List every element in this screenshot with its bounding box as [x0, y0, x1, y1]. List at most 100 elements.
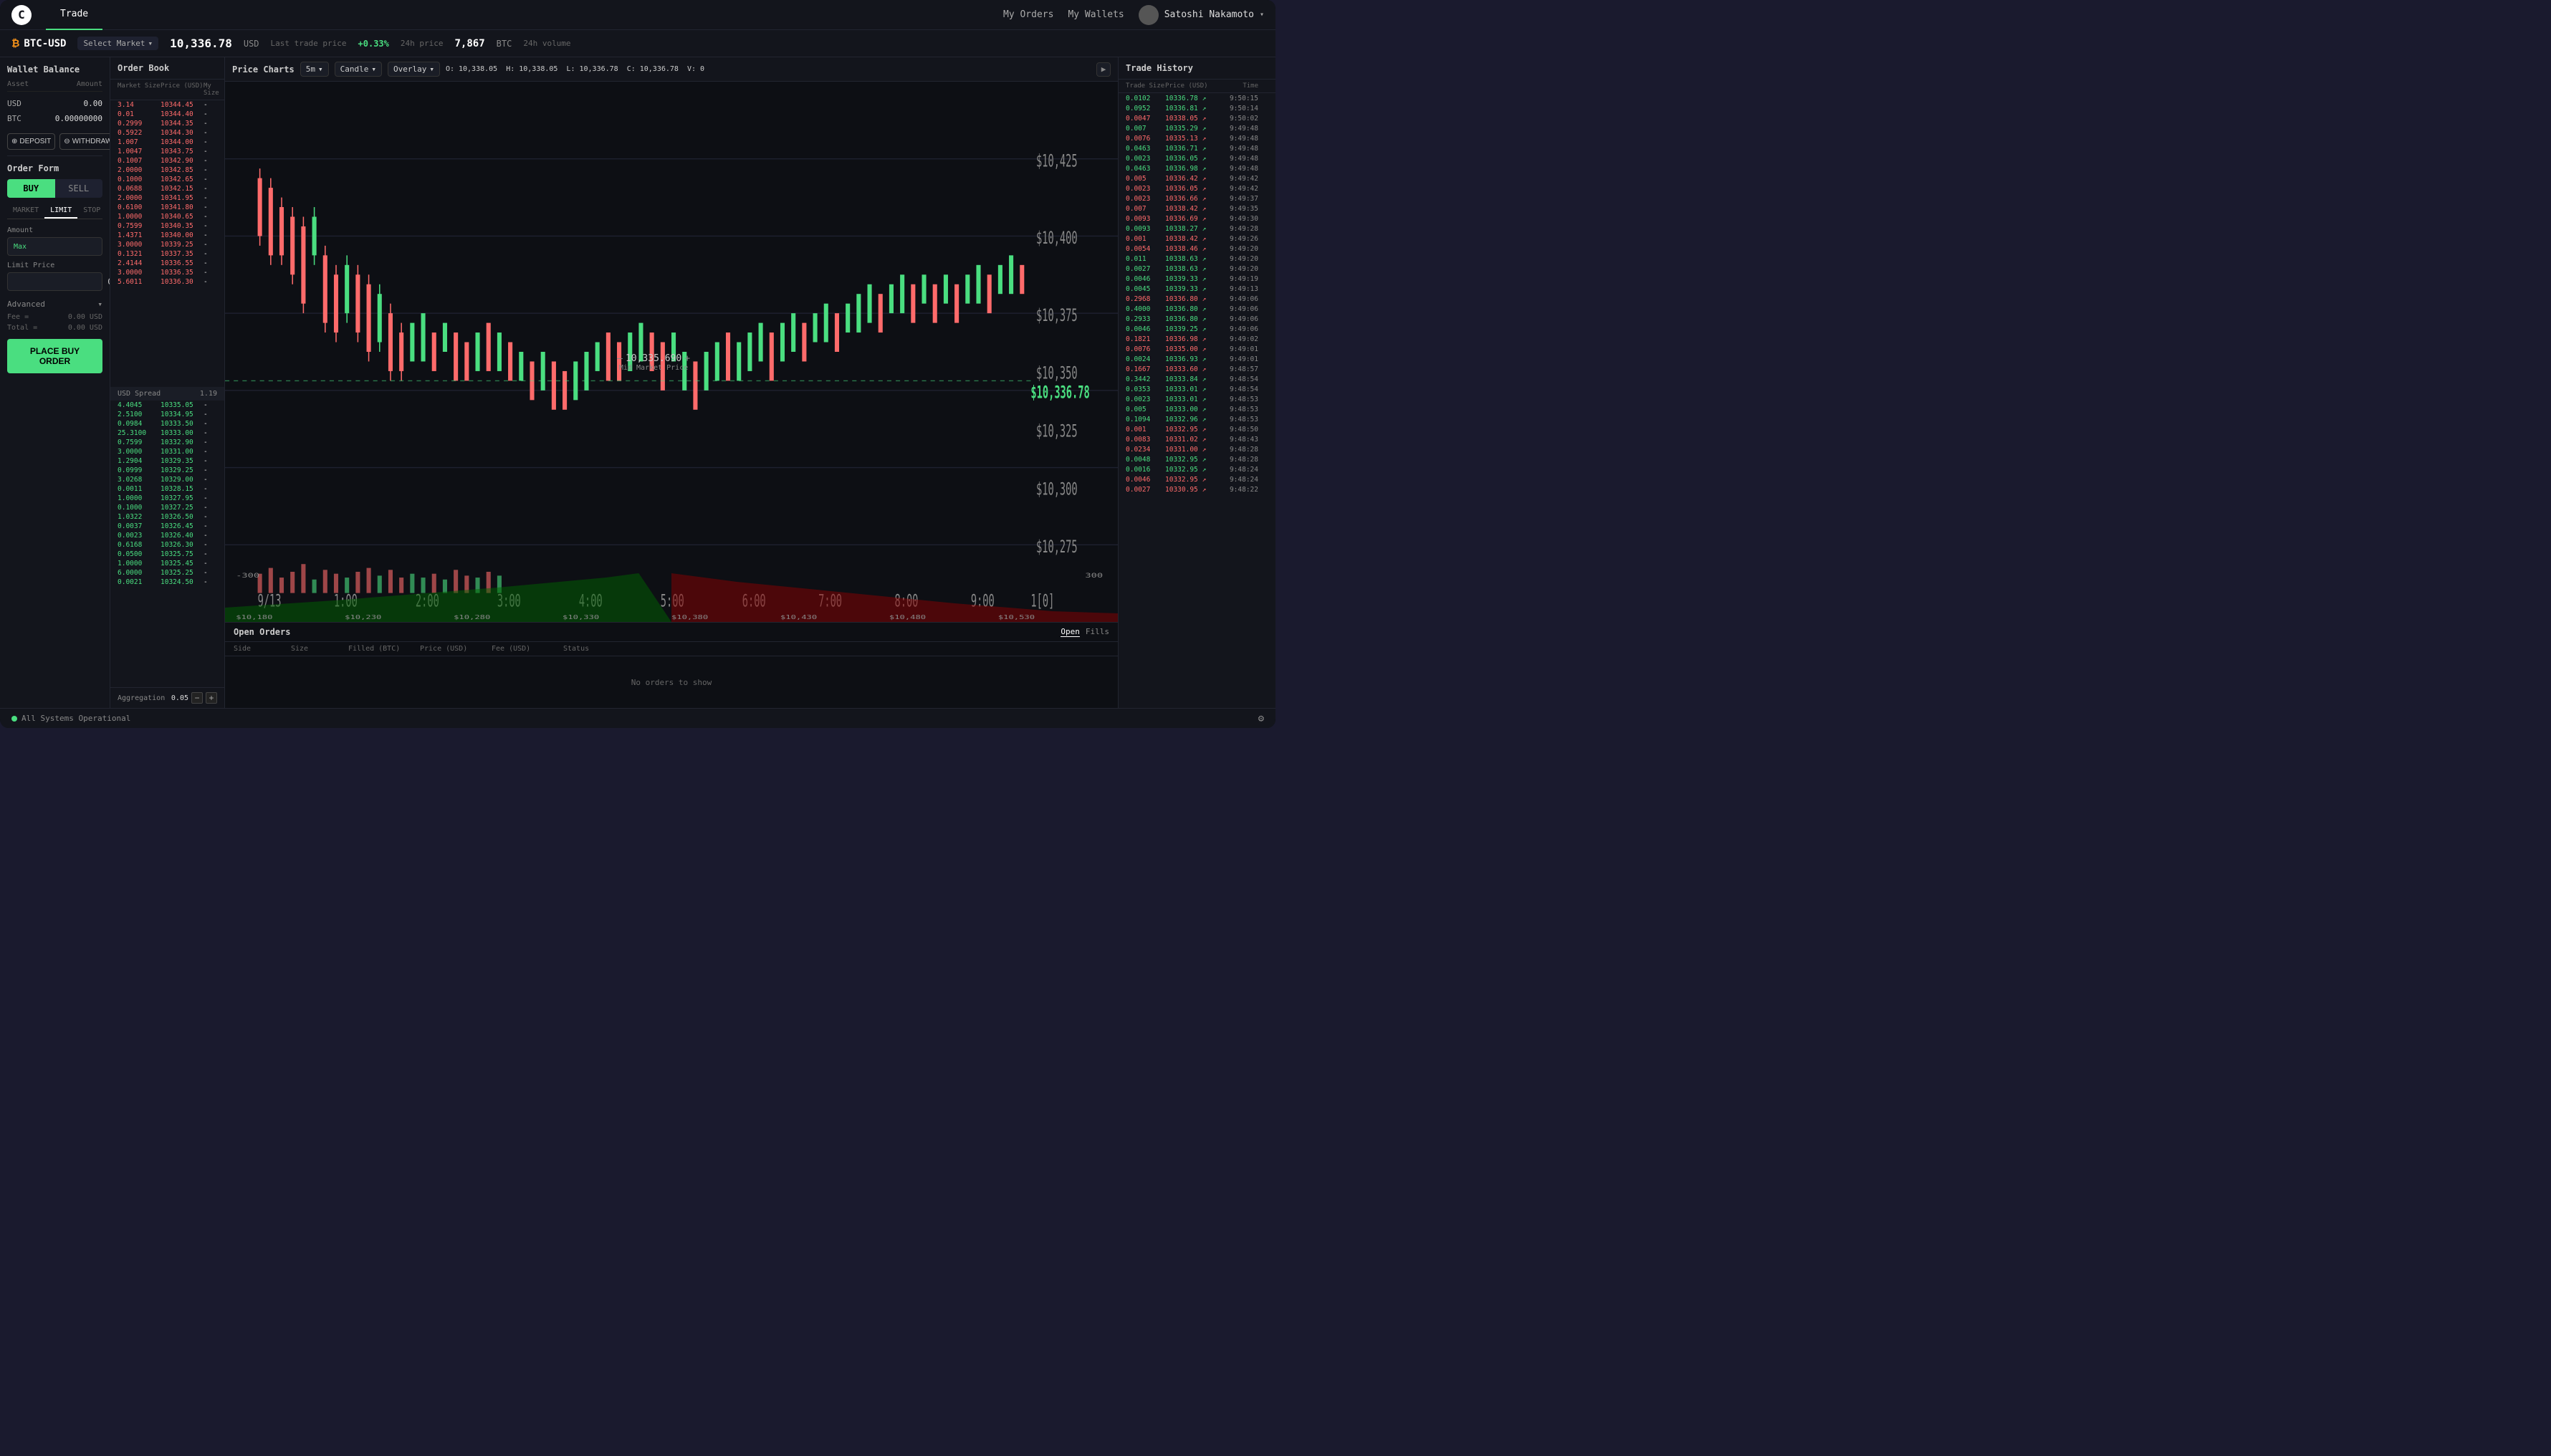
agg-decrease-button[interactable]: − [191, 692, 203, 704]
ob-buy-row[interactable]: 1.000010325.45- [110, 559, 224, 568]
chevron-down-ct-icon: ▾ [371, 64, 376, 74]
withdraw-button[interactable]: ⊖ WITHDRAW [59, 133, 110, 150]
ohlcv-l: L: 10,336.78 [566, 65, 618, 73]
change-label: 24h price [401, 39, 444, 48]
ob-buy-row[interactable]: 0.003710326.45- [110, 522, 224, 531]
ob-sell-row[interactable]: 1.000010340.65- [110, 212, 224, 221]
max-link[interactable]: Max [14, 243, 27, 251]
select-market-button[interactable]: Select Market ▾ [77, 37, 158, 50]
th-size-header: Trade Size [1126, 82, 1165, 90]
ob-sell-row[interactable]: 3.1410344.45- [110, 100, 224, 110]
ob-sell-row[interactable]: 1.437110340.00- [110, 231, 224, 240]
nav-link-orders[interactable]: My Orders [1003, 9, 1053, 20]
ob-sell-row[interactable]: 0.299910344.35- [110, 119, 224, 128]
btc-icon: ₿ [11, 37, 19, 49]
trade-history-row: 0.002310336.66 ↗9:49:37 [1119, 193, 1276, 203]
ob-buy-row[interactable]: 0.100010327.25- [110, 503, 224, 512]
place-order-button[interactable]: PLACE BUY ORDER [7, 339, 102, 373]
nav-link-wallets[interactable]: My Wallets [1068, 9, 1124, 20]
ob-sell-row[interactable]: 0.100010342.65- [110, 175, 224, 184]
asset-col-header: Asset [7, 80, 29, 88]
limit-tab[interactable]: LIMIT [44, 203, 77, 219]
ob-buy-row[interactable]: 0.616810326.30- [110, 540, 224, 550]
oo-tabs: Open Fills [1061, 627, 1109, 637]
ob-buy-row[interactable]: 0.002110324.50- [110, 578, 224, 587]
stop-tab[interactable]: STOP [77, 203, 106, 219]
ob-buy-row[interactable]: 1.000010327.95- [110, 494, 224, 503]
nav-tab-trade[interactable]: Trade [46, 0, 102, 30]
ob-buy-row[interactable]: 0.098410333.50- [110, 419, 224, 428]
advanced-row[interactable]: Advanced ▾ [7, 297, 102, 312]
limit-price-input[interactable] [14, 277, 110, 287]
ob-buy-row[interactable]: 0.050010325.75- [110, 550, 224, 559]
trade-history-row: 0.002310333.01 ↗9:48:53 [1119, 394, 1276, 404]
ob-buy-row[interactable]: 6.000010325.25- [110, 568, 224, 578]
svg-text:$10,180: $10,180 [236, 614, 272, 621]
ob-sell-row[interactable]: 0.100710342.90- [110, 156, 224, 166]
market-tab[interactable]: MARKET [7, 203, 44, 219]
svg-text:$10,330: $10,330 [563, 614, 599, 621]
ob-sell-row[interactable]: 3.000010339.25- [110, 240, 224, 249]
sell-tab[interactable]: SELL [55, 179, 103, 198]
ob-sell-row[interactable]: 1.004710343.75- [110, 147, 224, 156]
ob-sell-row[interactable]: 0.068810342.15- [110, 184, 224, 193]
ob-buy-row[interactable]: 0.759910332.90- [110, 438, 224, 447]
trade-history-row: 0.109410332.96 ↗9:48:53 [1119, 414, 1276, 424]
trade-history-row: 0.095210336.81 ↗9:50:14 [1119, 103, 1276, 113]
ob-buy-row[interactable]: 1.290410329.35- [110, 456, 224, 466]
chart-type-selector[interactable]: Candle ▾ [335, 62, 382, 77]
ob-sell-row[interactable]: 1.00710344.00- [110, 138, 224, 147]
settings-icon[interactable]: ⚙ [1258, 713, 1264, 724]
ob-buy-row[interactable]: 0.099910329.25- [110, 466, 224, 475]
ob-sell-row[interactable]: 5.601110336.30- [110, 277, 224, 287]
buy-sell-tabs: BUY SELL [7, 179, 102, 198]
ob-buy-row[interactable]: 4.404510335.05- [110, 401, 224, 410]
oo-tab-fills[interactable]: Fills [1086, 627, 1109, 637]
user-info[interactable]: Satoshi Nakamoto ▾ [1139, 5, 1264, 25]
ob-buy-row[interactable]: 2.510010334.95- [110, 410, 224, 419]
ob-buy-row[interactable]: 3.000010331.00- [110, 447, 224, 456]
agg-increase-button[interactable]: + [206, 692, 217, 704]
price-chart-svg[interactable]: $10,425 $10,400 $10,375 $10,350 $10,336.… [225, 82, 1118, 622]
ob-buy-row[interactable]: 1.032210326.50- [110, 512, 224, 522]
chart-header: Price Charts 5m ▾ Candle ▾ Overlay ▾ O: … [225, 57, 1118, 82]
app-logo[interactable]: C [11, 5, 32, 25]
trade-history-row: 0.182110336.98 ↗9:49:02 [1119, 334, 1276, 344]
chart-nav-right-button[interactable]: ▶ [1096, 62, 1111, 77]
svg-text:$10,430: $10,430 [780, 614, 817, 621]
trade-history-row: 0.010210336.78 ↗9:50:15 [1119, 93, 1276, 103]
svg-text:$10,530: $10,530 [998, 614, 1035, 621]
amount-input[interactable] [27, 241, 110, 252]
ob-sell-row[interactable]: 0.759910340.35- [110, 221, 224, 231]
ob-sell-row[interactable]: 0.610010341.80- [110, 203, 224, 212]
svg-text:$10,480: $10,480 [889, 614, 926, 621]
wallet-title: Wallet Balance [7, 64, 102, 75]
deposit-button[interactable]: ⊕ DEPOSIT [7, 133, 55, 150]
buy-tab[interactable]: BUY [7, 179, 55, 198]
ob-sell-row[interactable]: 2.414410336.55- [110, 259, 224, 268]
th-price-header: Price (USD) [1165, 82, 1215, 90]
ob-buy-row[interactable]: 0.002310326.40- [110, 531, 224, 540]
last-price-label: Last trade price [271, 39, 347, 48]
asset-name-btc: BTC [7, 114, 21, 123]
open-orders-section: Open Orders Open Fills Side Size Filled … [225, 622, 1118, 708]
ob-spread: USD Spread 1.19 [110, 387, 224, 401]
overlay-selector[interactable]: Overlay ▾ [388, 62, 440, 77]
ob-sell-row[interactable]: 0.592210344.30- [110, 128, 224, 138]
ob-sell-row[interactable]: 2.000010341.95- [110, 193, 224, 203]
trade-history-row: 0.004810332.95 ↗9:48:28 [1119, 454, 1276, 464]
trade-history-row: 0.001610332.95 ↗9:48:24 [1119, 464, 1276, 474]
asset-amount-usd: 0.00 [84, 99, 103, 108]
ob-buy-row[interactable]: 3.026810329.00- [110, 475, 224, 484]
ob-sell-row[interactable]: 0.132110337.35- [110, 249, 224, 259]
timeframe-selector[interactable]: 5m ▾ [300, 62, 329, 77]
trade-history-row: 0.007610335.13 ↗9:49:48 [1119, 133, 1276, 143]
ob-sell-row[interactable]: 3.000010336.35- [110, 268, 224, 277]
wallet-actions: ⊕ DEPOSIT ⊖ WITHDRAW [7, 133, 102, 150]
trade-history-row: 0.007610335.00 ↗9:49:01 [1119, 344, 1276, 354]
ob-sell-row[interactable]: 0.0110344.40- [110, 110, 224, 119]
ob-buy-row[interactable]: 0.001110328.15- [110, 484, 224, 494]
oo-tab-open[interactable]: Open [1061, 627, 1080, 637]
ob-buy-row[interactable]: 25.310010333.00- [110, 428, 224, 438]
ob-sell-row[interactable]: 2.000010342.85- [110, 166, 224, 175]
